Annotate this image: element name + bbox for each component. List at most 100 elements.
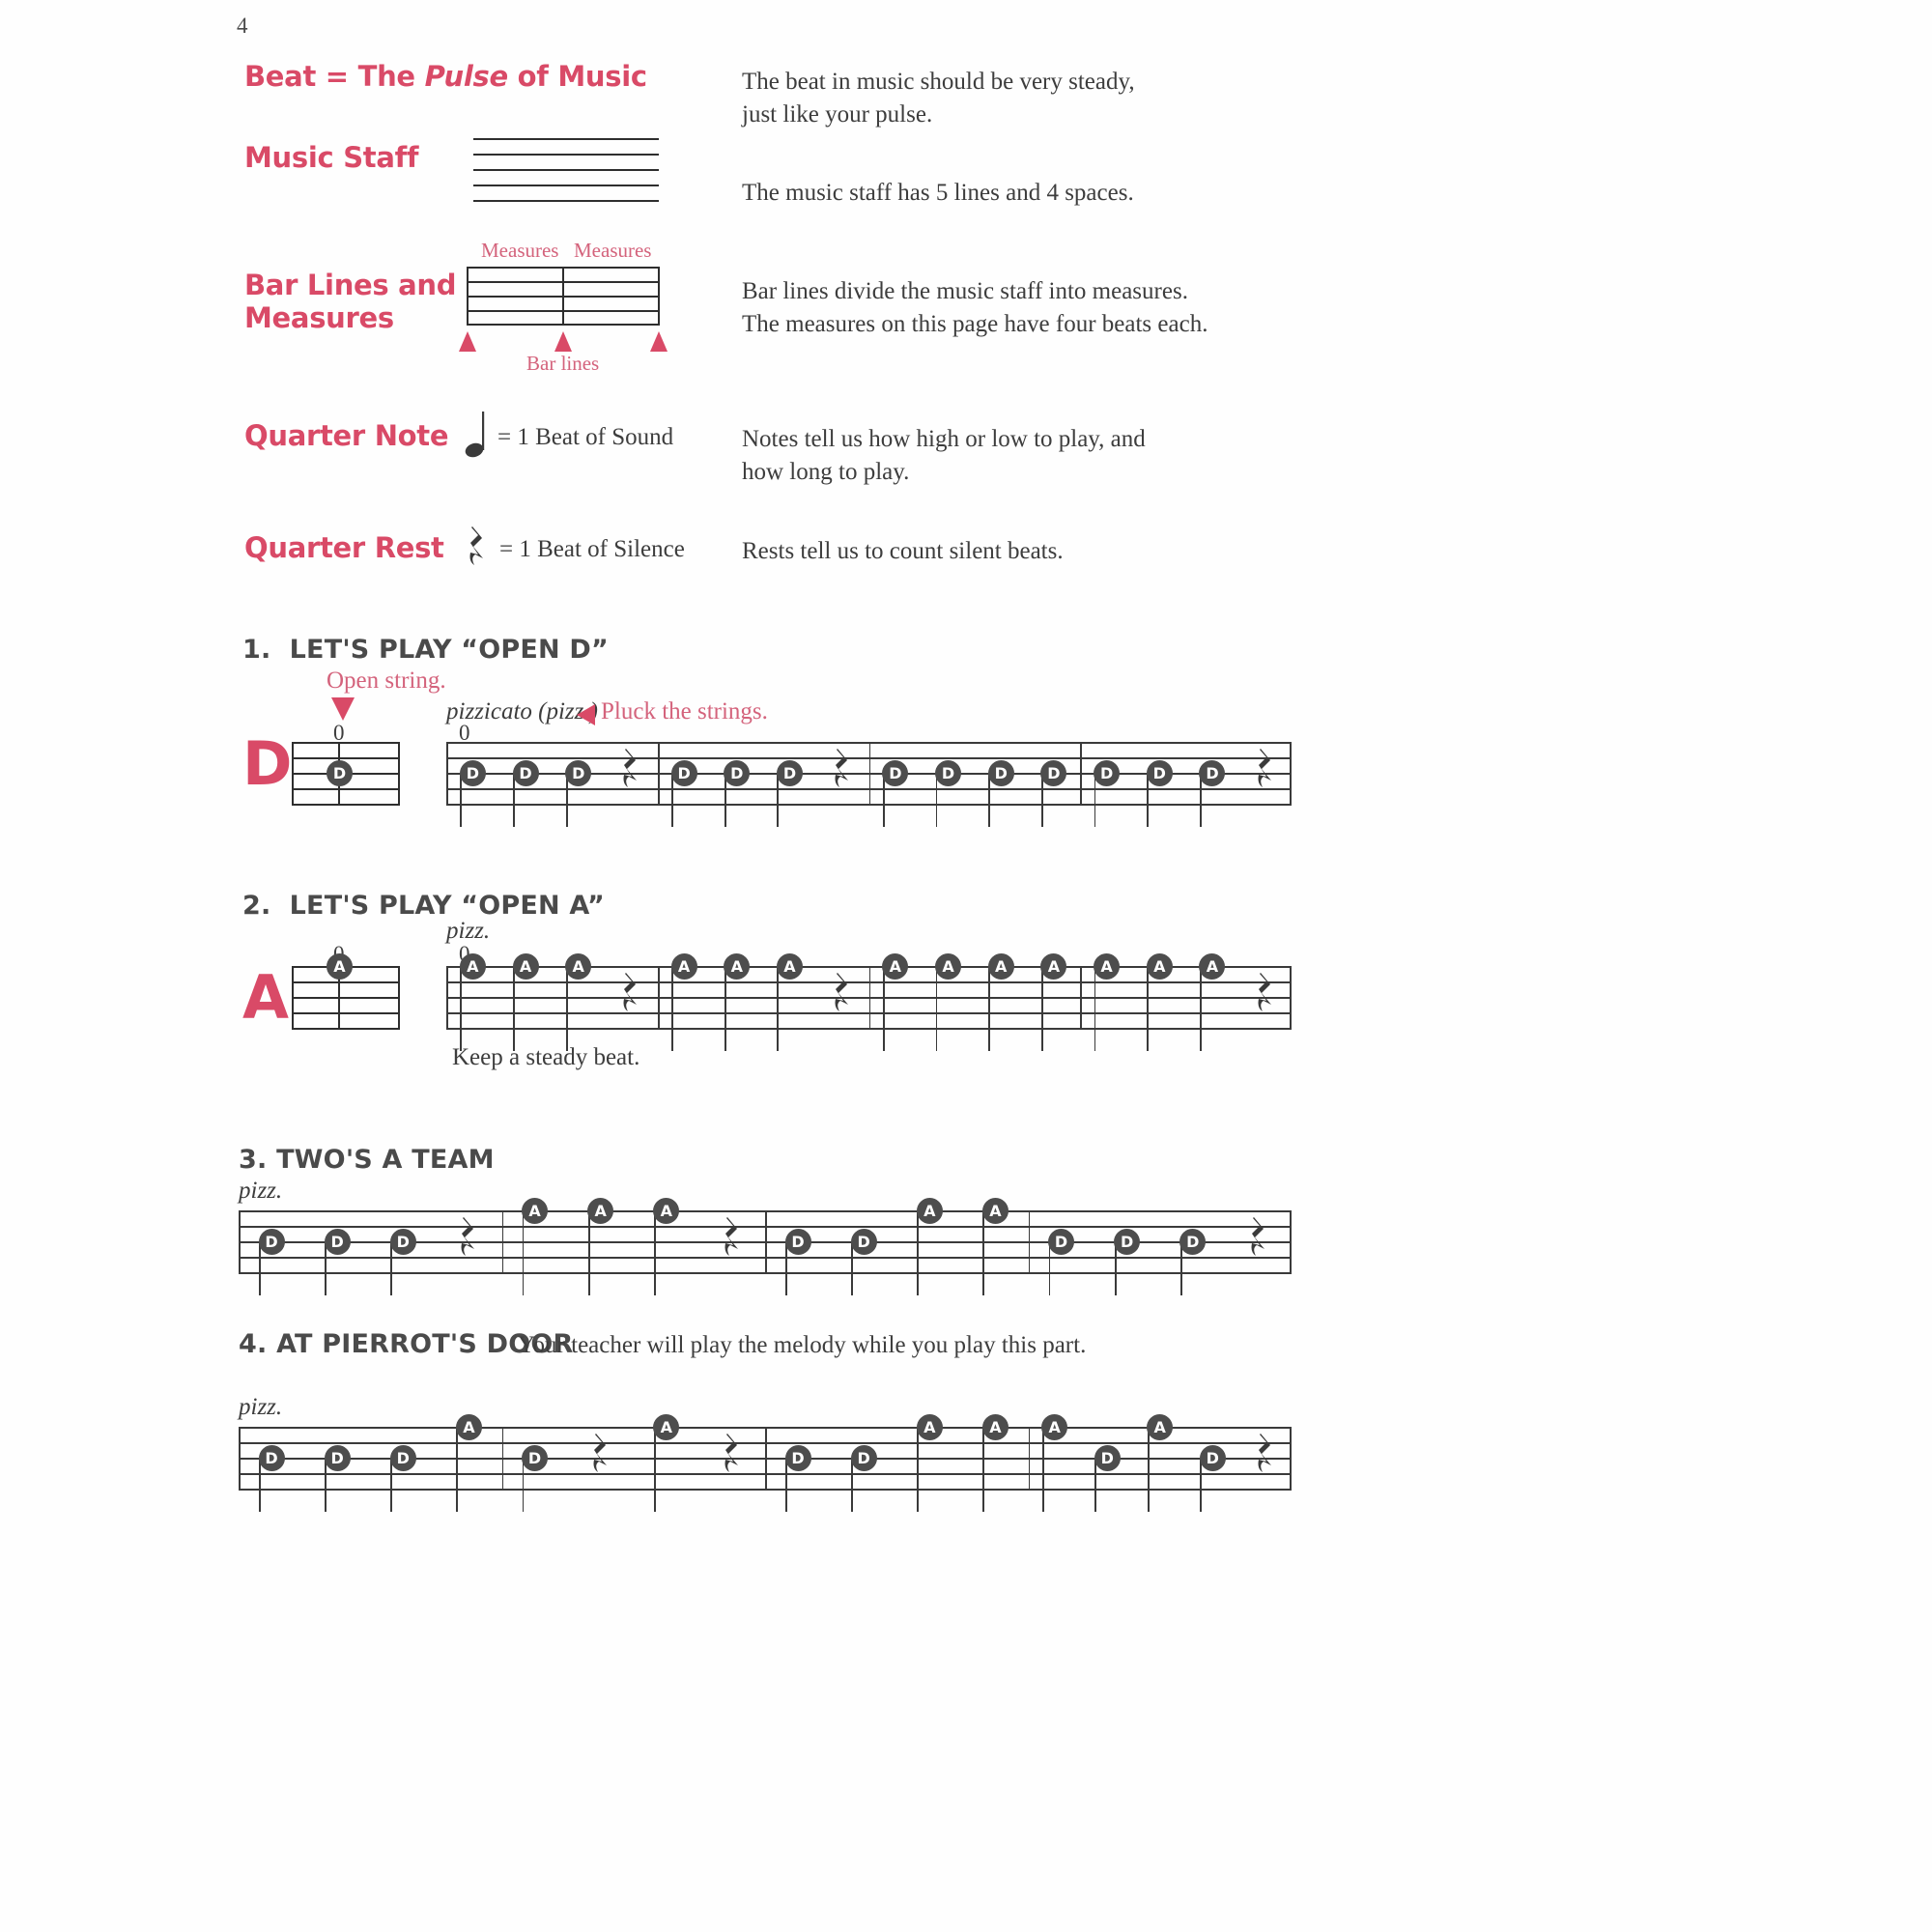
note-head-a: A — [455, 1413, 482, 1440]
note-stem — [988, 968, 991, 1051]
barline-2 — [868, 966, 871, 1030]
note-stem — [851, 1243, 854, 1295]
note-head-d: D — [850, 1444, 877, 1471]
quarter-rest-m4-b4 — [1258, 973, 1271, 1011]
note-stem — [724, 968, 726, 1051]
concept-desc-bar-lines-line2: The measures on this page have four beat… — [742, 311, 1208, 338]
quarter-rest-m2-b4 — [835, 749, 849, 787]
bar-line-arrow-3 — [650, 331, 668, 352]
staff-line-1 — [473, 138, 659, 140]
measures-barline-2 — [562, 267, 564, 325]
concept-desc-quarter-rest: Rests tell us to count silent beats. — [742, 538, 1064, 564]
note-head-a: A — [1041, 1413, 1068, 1440]
string-letter-a: A — [242, 962, 289, 1033]
note-head-a: A — [882, 952, 909, 980]
fb-d-note-head: D — [327, 760, 353, 786]
note-head-a: A — [670, 952, 697, 980]
concept-desc-quarter-note-line2: how long to play. — [742, 459, 910, 486]
note-stem — [1147, 968, 1150, 1051]
measures-barline-3 — [658, 267, 660, 325]
note-stem — [1199, 968, 1202, 1051]
note-stem — [1094, 968, 1096, 1051]
note-stem — [1147, 775, 1150, 827]
note-head-d: D — [324, 1444, 351, 1471]
note-head-d: D — [1146, 759, 1173, 786]
note-stem — [917, 1212, 920, 1295]
note-head-a: A — [512, 952, 539, 980]
exercise-2-label: LET'S PLAY “OPEN A” — [289, 891, 605, 921]
exercise-2-title: 2. LET'S PLAY “OPEN A” — [242, 891, 605, 921]
note-head-a: A — [1040, 952, 1067, 980]
note-head-d: D — [324, 1228, 351, 1255]
note-head-d: D — [1040, 759, 1067, 786]
note-stem — [935, 775, 938, 827]
concept-heading-beat-part1: Beat = The — [244, 60, 425, 93]
note-stem — [671, 968, 673, 1051]
barline-2 — [765, 1210, 767, 1274]
note-head-d: D — [987, 759, 1014, 786]
note-head-a: A — [653, 1413, 680, 1440]
note-stem — [1179, 1243, 1182, 1295]
note-head-d: D — [850, 1228, 877, 1255]
staff-line-5 — [473, 200, 659, 202]
note-head-a: A — [916, 1413, 943, 1440]
exercise-3-number: 3. — [239, 1145, 268, 1175]
note-stem — [565, 775, 568, 827]
pluck-annotation: Pluck the strings. — [601, 698, 768, 724]
measures-diagram — [467, 267, 660, 326]
note-head-d: D — [512, 759, 539, 786]
concept-heading-bar-lines: Bar Lines and Measures — [244, 269, 457, 334]
note-head-a: A — [1146, 952, 1173, 980]
exercise-3-title: 3. TWO'S A TEAM — [239, 1145, 495, 1175]
concept-heading-beat: Beat = The Pulse of Music — [244, 60, 647, 93]
fb-a-line-2 — [292, 981, 400, 983]
note-stem — [390, 1460, 393, 1512]
note-stem — [988, 775, 991, 827]
quarter-rest-m1-b4 — [623, 749, 638, 787]
concept-desc-bar-lines: Bar lines divide the music staff into me… — [742, 275, 1225, 342]
exercise-4-subtitle: Your teacher will play the melody while … — [518, 1332, 1087, 1358]
quarter-rest-m4-b4 — [1258, 749, 1271, 787]
page-number: 4 — [237, 14, 248, 38]
concept-desc-quarter-note: Notes tell us how high or low to play, a… — [742, 423, 1186, 490]
note-stem — [1199, 775, 1202, 827]
concept-heading-music-staff: Music Staff — [244, 141, 419, 174]
note-head-d: D — [1114, 1228, 1141, 1255]
pizz-annotation-4: pizz. — [239, 1394, 283, 1420]
note-head-a: A — [724, 952, 751, 980]
note-stem — [851, 1460, 854, 1512]
note-stem — [565, 968, 568, 1051]
pizz-annotation-2: pizz. — [446, 918, 491, 944]
concept-desc-bar-lines-line1: Bar lines divide the music staff into me… — [742, 278, 1188, 304]
page-canvas: 4 Beat = The Pulse of Music The beat in … — [0, 0, 1932, 1932]
barline-3 — [1080, 966, 1083, 1030]
note-stem — [325, 1460, 327, 1512]
barline-2 — [765, 1427, 767, 1491]
fb-d-line-5 — [292, 804, 400, 806]
note-stem — [513, 968, 515, 1051]
quarter-rest-icon — [469, 526, 483, 565]
note-head-a: A — [981, 1197, 1009, 1224]
note-head-d: D — [776, 759, 803, 786]
note-head-d: D — [935, 759, 962, 786]
barline-1 — [501, 1210, 504, 1274]
note-stem — [1114, 1243, 1117, 1295]
note-stem — [982, 1429, 985, 1512]
note-stem — [1094, 1460, 1097, 1512]
quarter-rest-m4-b5 — [1258, 1434, 1271, 1472]
music-staff-diagram — [473, 138, 659, 204]
exercise-2-number: 2. — [242, 891, 271, 921]
note-head-a: A — [653, 1197, 680, 1224]
note-head-d: D — [565, 759, 592, 786]
exercise-1-number: 1. — [242, 635, 271, 665]
note-head-a: A — [916, 1197, 943, 1224]
note-stem — [522, 1460, 525, 1512]
note-stem — [513, 775, 515, 827]
quarter-rest-m2-b4 — [724, 1217, 738, 1256]
note-stem — [785, 1243, 787, 1295]
note-stem — [935, 968, 938, 1051]
quarter-rest-m4-b4 — [1251, 1217, 1264, 1256]
note-head-d: D — [1048, 1228, 1075, 1255]
final-barline — [1289, 742, 1292, 806]
pluck-arrow — [577, 704, 595, 725]
